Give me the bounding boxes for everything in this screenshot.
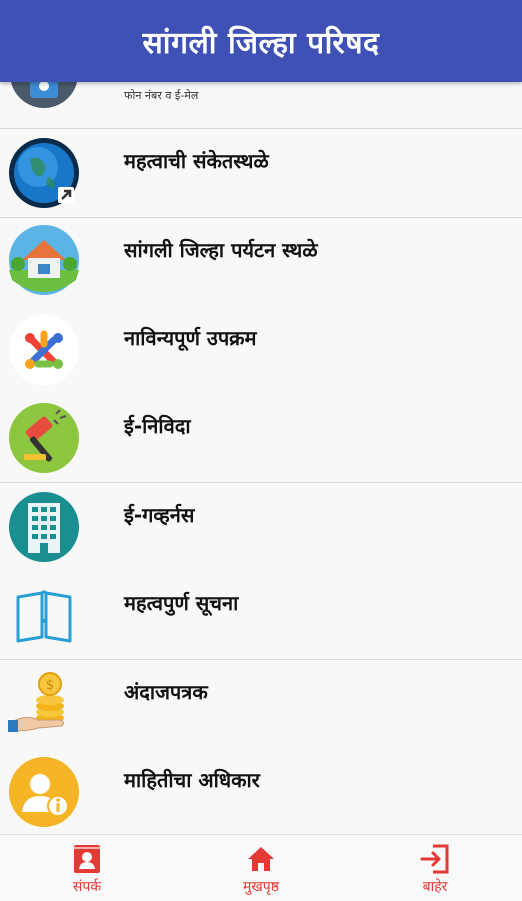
list-item-label: ई-गव्हर्नस xyxy=(124,503,195,527)
globe-icon xyxy=(8,137,80,209)
svg-text:$: $ xyxy=(46,678,54,693)
list-item-label: ई-निविदा xyxy=(124,414,191,438)
nav-exit-button[interactable]: बाहेर xyxy=(348,835,522,901)
list-item-tourism[interactable]: सांगली जिल्हा पर्यटन स्थळे xyxy=(0,218,522,307)
coins-hand-icon: $ xyxy=(8,668,80,740)
list-item-label: अंदाजपत्रक xyxy=(124,680,208,704)
list-item-etender[interactable]: ई-निविदा xyxy=(0,394,522,483)
list-item-label: सांगली जिल्हा पर्यटन स्थळे xyxy=(124,238,318,262)
user-info-icon xyxy=(8,756,80,828)
list-item-subtitle: फोन नंबर व ई-मेल xyxy=(124,89,199,102)
exit-icon xyxy=(419,843,451,875)
nav-label: बाहेर xyxy=(422,879,448,895)
puzzle-logo-icon xyxy=(8,314,80,386)
building-icon xyxy=(8,491,80,563)
app-bar: सांगली जिल्हा परिषद xyxy=(0,0,522,82)
nav-label: संपर्क xyxy=(72,879,102,895)
list-item-initiatives[interactable]: नाविन्यपूर्ण उपक्रम xyxy=(0,306,522,395)
contact-icon xyxy=(71,843,103,875)
home-icon xyxy=(245,843,277,875)
list-item-budget[interactable]: $ अंदाजपत्रक xyxy=(0,660,522,749)
list-item-notices[interactable]: महत्वपुर्ण सूचना xyxy=(0,571,522,660)
house-icon xyxy=(8,224,80,296)
list-item-label: महत्वपुर्ण सूचना xyxy=(124,591,239,615)
list-item-label: महत्वाची संकेतस्थळे xyxy=(124,149,269,173)
book-icon xyxy=(8,579,80,651)
bottom-nav: संपर्क मुखपृष्ठ बाहेर xyxy=(0,834,522,901)
list-item-websites[interactable]: महत्वाची संकेतस्थळे xyxy=(0,129,522,218)
gavel-icon xyxy=(8,402,80,474)
list-item-rti[interactable]: माहितीचा अधिकार xyxy=(0,748,522,834)
nav-label: मुखपृष्ठ xyxy=(242,879,280,895)
list-item-label: नाविन्यपूर्ण उपक्रम xyxy=(124,326,257,350)
menu-list: फोन नंबर व ई-मेल महत्वाची संकेतस्थळे सां… xyxy=(0,82,522,834)
nav-home-button[interactable]: मुखपृष्ठ xyxy=(174,835,348,901)
nav-contact-button[interactable]: संपर्क xyxy=(0,835,174,901)
contact-phone-icon xyxy=(8,82,80,110)
list-item-label: माहितीचा अधिकार xyxy=(124,768,260,792)
app-title: सांगली जिल्हा परिषद xyxy=(142,25,380,61)
list-item-contacts[interactable]: फोन नंबर व ई-मेल xyxy=(0,82,522,129)
list-item-egovernance[interactable]: ई-गव्हर्नस xyxy=(0,483,522,572)
